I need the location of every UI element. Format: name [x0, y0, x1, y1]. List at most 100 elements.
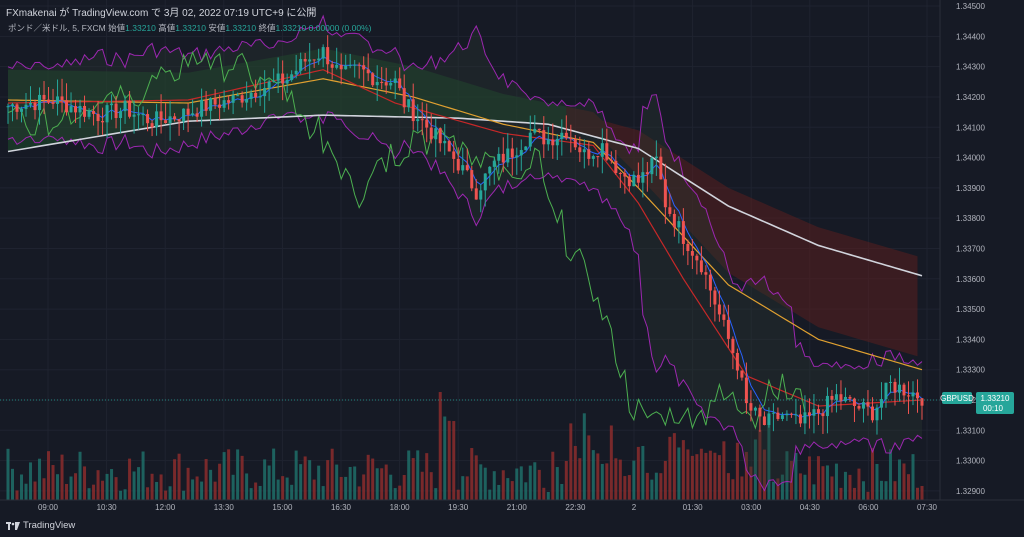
candle-body — [510, 148, 514, 158]
volume-bar — [119, 490, 123, 500]
volume-bar — [344, 476, 348, 500]
volume-bar — [339, 476, 343, 500]
candle-body — [33, 102, 37, 111]
candle-body — [254, 92, 258, 98]
volume-bar — [173, 459, 177, 500]
volume-bar — [713, 452, 717, 500]
volume-bar — [641, 445, 645, 500]
price-tick-label: 1.33300 — [956, 366, 985, 375]
volume-bar — [362, 474, 366, 500]
candle-body — [375, 81, 379, 86]
candle-body — [285, 79, 289, 84]
volume-bar — [312, 479, 316, 500]
candle-body — [740, 370, 744, 378]
symbol-tag-label: GBPUSD — [940, 394, 974, 403]
candle-body — [497, 153, 501, 161]
candle-body — [645, 172, 649, 175]
volume-bar — [434, 488, 438, 500]
tradingview-brand[interactable]: TradingView — [6, 520, 75, 531]
volume-bar — [168, 486, 172, 500]
candle-body — [663, 179, 667, 208]
volume-bar — [717, 455, 721, 500]
volume-bar — [623, 476, 627, 500]
volume-bar — [159, 474, 163, 500]
volume-bar — [249, 488, 253, 500]
candle-body — [699, 260, 703, 273]
publish-header: FXmakenai が TradingView.com で 3月 02, 202… — [6, 8, 317, 19]
time-tick-label: 19:30 — [448, 503, 469, 512]
candle-body — [857, 406, 861, 409]
volume-bar — [258, 485, 262, 500]
time-tick-label: 04:30 — [800, 503, 821, 512]
candle-body — [897, 384, 901, 393]
candle-body — [164, 120, 168, 124]
symbol-label[interactable]: ポンド／米ドル, 5, FXCM — [8, 23, 106, 33]
candle-body — [47, 99, 51, 103]
volume-bar — [474, 455, 478, 500]
candle-body — [420, 119, 424, 121]
candle-body — [830, 395, 834, 400]
candle-body — [452, 151, 456, 159]
volume-bar — [668, 436, 672, 500]
volume-bar — [65, 483, 69, 500]
volume-bar — [663, 460, 667, 500]
candle-body — [483, 173, 487, 191]
candle-body — [321, 47, 325, 59]
price-tick-label: 1.33400 — [956, 335, 985, 344]
volume-bar — [636, 446, 640, 500]
volume-bar — [56, 474, 60, 500]
volume-bar — [470, 448, 474, 500]
candle-body — [902, 384, 906, 396]
candle-body — [60, 96, 64, 101]
volume-bar — [195, 476, 199, 500]
candle-body — [641, 172, 645, 183]
volume-bar — [492, 471, 496, 500]
candle-body — [600, 143, 604, 157]
candle-body — [128, 100, 132, 117]
price-tick-label: 1.34500 — [956, 2, 985, 11]
candle-body — [402, 88, 406, 108]
time-tick-label: 12:00 — [155, 503, 176, 512]
volume-bar — [398, 485, 402, 500]
tradingview-logo-icon — [6, 521, 20, 530]
volume-bar — [281, 476, 285, 500]
candle-body — [249, 92, 253, 99]
candle-body — [236, 95, 240, 97]
candle-body — [218, 104, 222, 108]
volume-bar — [74, 473, 78, 500]
volume-bar — [402, 475, 406, 500]
volume-bar — [60, 454, 64, 500]
volume-bar — [231, 474, 235, 500]
candle-body — [798, 414, 802, 424]
volume-bar — [51, 465, 55, 500]
candle-body — [659, 156, 663, 180]
chart-canvas[interactable]: 1.329001.330001.331001.332001.333001.334… — [0, 0, 1024, 537]
volume-bar — [920, 485, 924, 500]
candle-body — [614, 160, 618, 174]
candle-body — [461, 165, 465, 171]
volume-bar — [650, 479, 654, 500]
candle-body — [843, 396, 847, 402]
volume-bar — [141, 451, 145, 500]
candle-body — [632, 174, 636, 187]
time-tick-label: 22:30 — [565, 503, 586, 512]
candle-body — [173, 116, 177, 120]
candle-body — [276, 73, 280, 81]
volume-bar — [807, 456, 811, 500]
volume-bar — [132, 471, 136, 500]
candle-body — [875, 407, 879, 421]
candle-body — [609, 159, 613, 161]
candle-body — [137, 114, 141, 116]
candle-body — [411, 99, 415, 122]
volume-bar — [6, 448, 10, 500]
candle-body — [636, 174, 640, 183]
volume-bar — [96, 470, 100, 500]
candle-body — [222, 100, 226, 108]
volume-bar — [177, 453, 181, 500]
volume-bar — [24, 483, 28, 500]
candle-body — [762, 416, 766, 425]
price-tick-label: 1.33500 — [956, 305, 985, 314]
volume-bar — [272, 448, 276, 500]
time-tick-label: 01:30 — [683, 503, 704, 512]
volume-bar — [564, 460, 568, 500]
